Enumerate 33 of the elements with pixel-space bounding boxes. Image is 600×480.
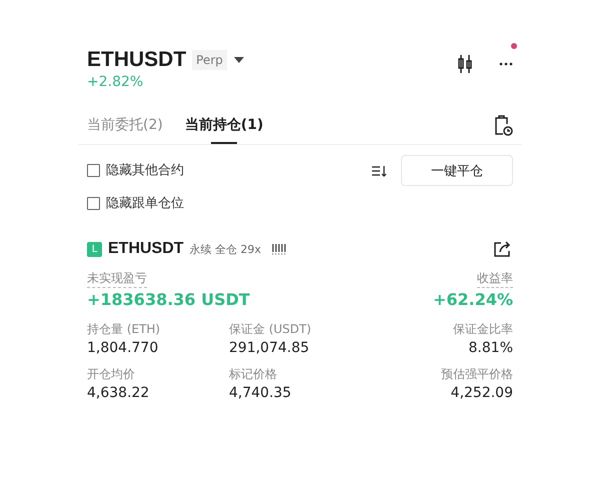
filter-checkbox[interactable]: 隐藏其他合约	[87, 161, 184, 179]
symbol-title: ETHUSDT	[87, 48, 186, 72]
candlestick-icon[interactable]	[457, 54, 473, 74]
document-clock-icon[interactable]	[493, 115, 513, 137]
tab[interactable]: 当前委托(2)	[87, 108, 163, 144]
stat-label: 持仓量 (ETH)	[87, 321, 160, 338]
stat-label: 保证金比率	[453, 321, 513, 338]
position-symbol: ETHUSDT	[108, 240, 184, 258]
stat-label: 标记价格	[229, 366, 277, 383]
stat-label: 预估强平价格	[441, 366, 513, 383]
long-badge: L	[87, 242, 102, 256]
price-change: +2.82%	[87, 74, 144, 90]
stat-label: 保证金 (USDT)	[229, 321, 312, 338]
stat-value: 4,740.35	[229, 385, 292, 401]
position-tags: 永续 全仓 29x	[190, 242, 262, 256]
pnl-label: 未实现盈亏	[87, 270, 147, 288]
sort-icon[interactable]	[371, 164, 387, 178]
contract-type-badge: Perp	[192, 50, 227, 70]
stat-value: 1,804.770	[87, 340, 158, 356]
share-icon[interactable]	[493, 240, 513, 258]
stat-value: 4,252.09	[450, 385, 513, 401]
stat-value: 4,638.22	[87, 385, 150, 401]
filter-checkbox[interactable]: 隐藏跟单仓位	[87, 194, 184, 212]
stat-value: 8.81%	[468, 340, 513, 356]
bars-icon[interactable]	[271, 243, 288, 255]
roe-label: 收益率	[477, 270, 513, 288]
roe-value: +62.24%	[432, 290, 513, 309]
caret-icon[interactable]	[232, 56, 245, 64]
stat-value: 291,074.85	[229, 340, 310, 356]
close-all-button[interactable]: 一键平仓	[401, 155, 513, 186]
more-icon[interactable]	[499, 62, 513, 66]
pnl-value: +183638.36 USDT	[87, 290, 250, 309]
stat-label: 开仓均价	[87, 366, 135, 383]
